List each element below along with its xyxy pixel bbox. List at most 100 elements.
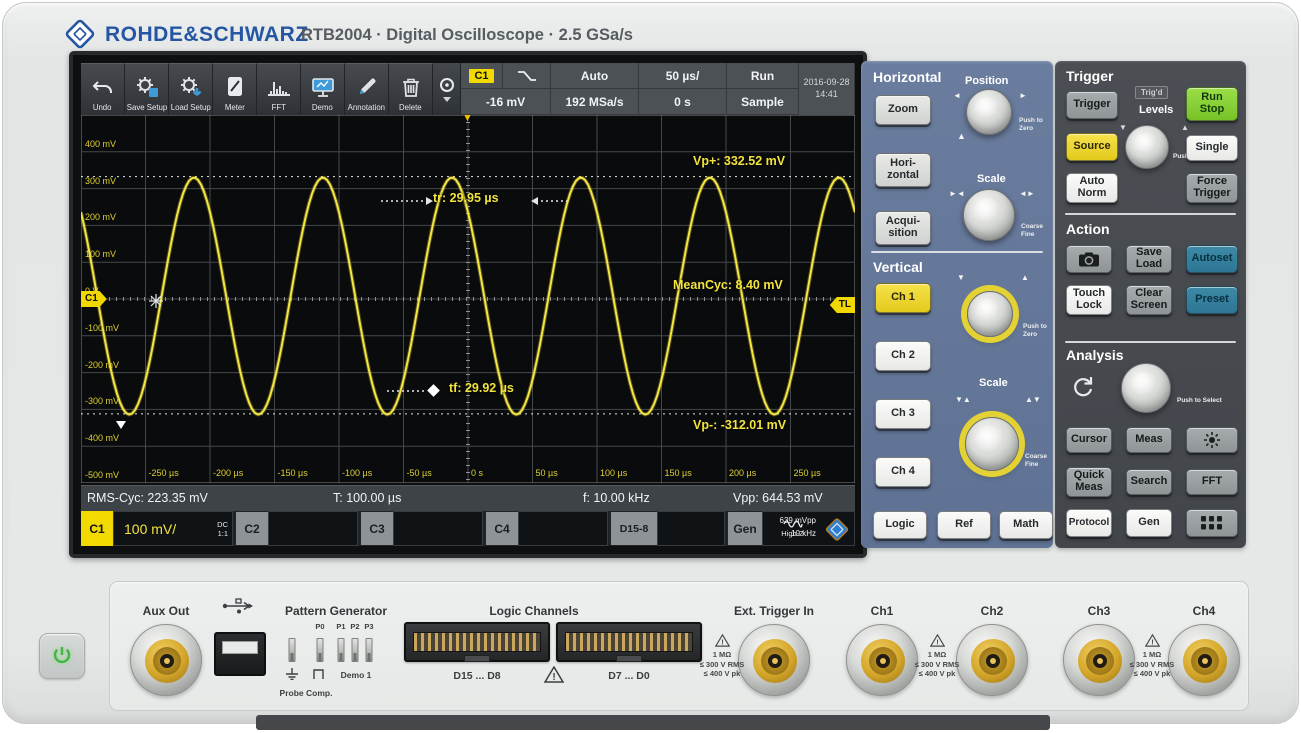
acquisition-button[interactable]: Acqui- sition [875,211,931,245]
intensity-button[interactable] [1186,427,1238,453]
status-bar: C1 Auto 50 µs/ Run 2016-09-28 14:41 -16 … [461,63,855,115]
up-arrow-icon: ▲ [1021,273,1029,282]
touch-lock-button[interactable]: Touch Lock [1066,285,1112,315]
trigger-slope-cell[interactable] [503,63,551,89]
right-arrow-icon: ► [1019,91,1027,100]
pattern-pin-p2 [352,638,359,662]
delete-button[interactable]: Delete [389,63,433,115]
channel3-settings[interactable] [393,511,483,546]
channel2-tab[interactable]: C2 [236,512,268,545]
toolbar-label: Delete [399,102,422,111]
single-button[interactable]: Single [1186,135,1238,161]
voltage-label: 400 mV [85,139,116,149]
horizontal-scale-knob[interactable] [963,189,1015,241]
navigation-knob[interactable] [1121,363,1171,413]
brand-name: ROHDE&SCHWARZ [105,23,309,47]
ch4-button[interactable]: Ch 4 [875,457,931,487]
toolbar-more-button[interactable] [433,63,461,115]
keypad-icon [1201,516,1223,530]
channel4-settings[interactable] [518,511,608,546]
meas-button[interactable]: Meas [1126,427,1172,453]
annotation-button[interactable]: Annotation [345,63,389,115]
apps-button[interactable] [1186,509,1238,537]
auto-norm-button[interactable]: Auto Norm [1066,173,1118,203]
channel4-tab[interactable]: C4 [486,512,518,545]
ch1-button[interactable]: Ch 1 [875,283,931,313]
digital-channels-settings[interactable] [657,511,725,546]
horizontal-button[interactable]: Hori- zontal [875,153,931,187]
horizontal-position-knob[interactable] [966,89,1012,135]
run-state-cell[interactable]: Run [727,63,799,89]
math-button[interactable]: Math [999,511,1053,539]
power-button[interactable] [39,633,85,679]
voltage-label: -200 mV [85,360,119,370]
navigation-hint: Push to Select [1177,397,1222,405]
logic-connector-d7-d0 [556,622,702,662]
logic-button[interactable]: Logic [873,511,927,539]
undo-icon [91,72,115,102]
trigger-position-marker[interactable]: ▼ [462,115,473,124]
source-button[interactable]: Source [1066,133,1118,161]
load-setup-button[interactable]: Load Setup [169,63,213,115]
undo-button[interactable]: Undo [81,63,125,115]
digital-channels-tab[interactable]: D15-8 [611,512,657,545]
screen-toolbar: Undo Save Setup Load Setup Meter [81,63,433,115]
ch2-button[interactable]: Ch 2 [875,341,931,371]
voltage-label: 300 mV [85,176,116,186]
demo-button[interactable]: Demo [301,63,345,115]
timebase-cell[interactable]: 50 µs/ [639,63,727,89]
svg-text:!: ! [936,638,939,647]
zoom-button[interactable]: Zoom [875,95,931,125]
search-button[interactable]: Search [1126,469,1172,495]
clear-screen-button[interactable]: Clear Screen [1126,285,1172,315]
trigger-action-analysis-panel: Trigger Trigger Trig'd Levels Run Stop ▼… [1055,61,1246,548]
action-section-title: Action [1066,221,1110,237]
warning-rating-ch12: ! 1 MΩ≤ 300 V RMS≤ 400 V pk [899,634,975,679]
vertical-position-knob[interactable] [967,291,1013,337]
quick-meas-button[interactable]: Quick Meas [1066,467,1112,497]
ground-icon [285,668,299,680]
generator-tab[interactable]: Gen [728,512,762,545]
trigger-mode-cell[interactable]: Auto [551,63,639,89]
trigger-source-cell[interactable]: C1 [461,63,503,89]
touchscreen[interactable]: Undo Save Setup Load Setup Meter [73,55,863,554]
waveform-display[interactable]: 400 mV300 mV200 mV100 mV0 V-100 mV-200 m… [81,115,855,483]
save-setup-button[interactable]: Save Setup [125,63,169,115]
channel1-tab[interactable]: C1 [81,511,113,546]
cursor-button[interactable]: Cursor [1066,427,1112,453]
autoset-button[interactable]: Autoset [1186,245,1238,273]
save-load-button[interactable]: Save Load [1126,245,1172,273]
warning-rating-ch34: ! 1 MΩ≤ 300 V RMS≤ 400 V pk [1114,634,1190,679]
warning-triangle-icon: ! [1145,634,1160,647]
fft-panel-button[interactable]: FFT [1186,469,1238,495]
run-stop-button[interactable]: Run Stop [1186,87,1238,121]
preset-button[interactable]: Preset [1186,286,1238,314]
channel3-tab[interactable]: C3 [361,512,393,545]
ch3-label: Ch3 [1088,604,1111,618]
horizontal-section-title: Horizontal [873,69,941,85]
channel-bar: C1 100 mV/ DC1:1 C2 C3 C4 [81,511,855,546]
ref-button[interactable]: Ref [937,511,991,539]
vertical-position-hint: Push to Zero [1023,323,1053,339]
horizontal-scale-label: Scale [977,173,1006,185]
acquire-mode-cell[interactable]: Sample [727,89,799,115]
meter-button[interactable]: Meter [213,63,257,115]
trigger-levels-knob[interactable] [1125,125,1169,169]
trigger-button[interactable]: Trigger [1066,91,1118,119]
trigger-level-cell[interactable]: -16 mV [461,89,551,115]
protocol-button[interactable]: Protocol [1066,509,1112,537]
generator-settings[interactable]: High-Z 639 mVpp 10 kHz [762,511,855,546]
aux-out-label: Aux Out [143,604,190,618]
screenshot-button[interactable] [1066,245,1112,273]
sample-rate-cell: 192 MSa/s [551,89,639,115]
fft-button[interactable]: FFT [257,63,301,115]
channel1-settings[interactable]: 100 mV/ DC1:1 [113,511,233,546]
ch3-button[interactable]: Ch 3 [875,399,931,429]
vertical-scale-knob[interactable] [965,417,1019,471]
measurement-bar: RMS-Cyc: 223.35 mV T: 100.00 µs f: 10.00… [81,485,855,511]
force-trigger-button[interactable]: Force Trigger [1186,173,1238,203]
connector-panel: Aux Out Pattern Generator P0 P1 P2 P3 [109,581,1249,711]
horizontal-position-cell[interactable]: 0 s [639,89,727,115]
gen-button[interactable]: Gen [1126,509,1172,537]
channel2-settings[interactable] [268,511,358,546]
